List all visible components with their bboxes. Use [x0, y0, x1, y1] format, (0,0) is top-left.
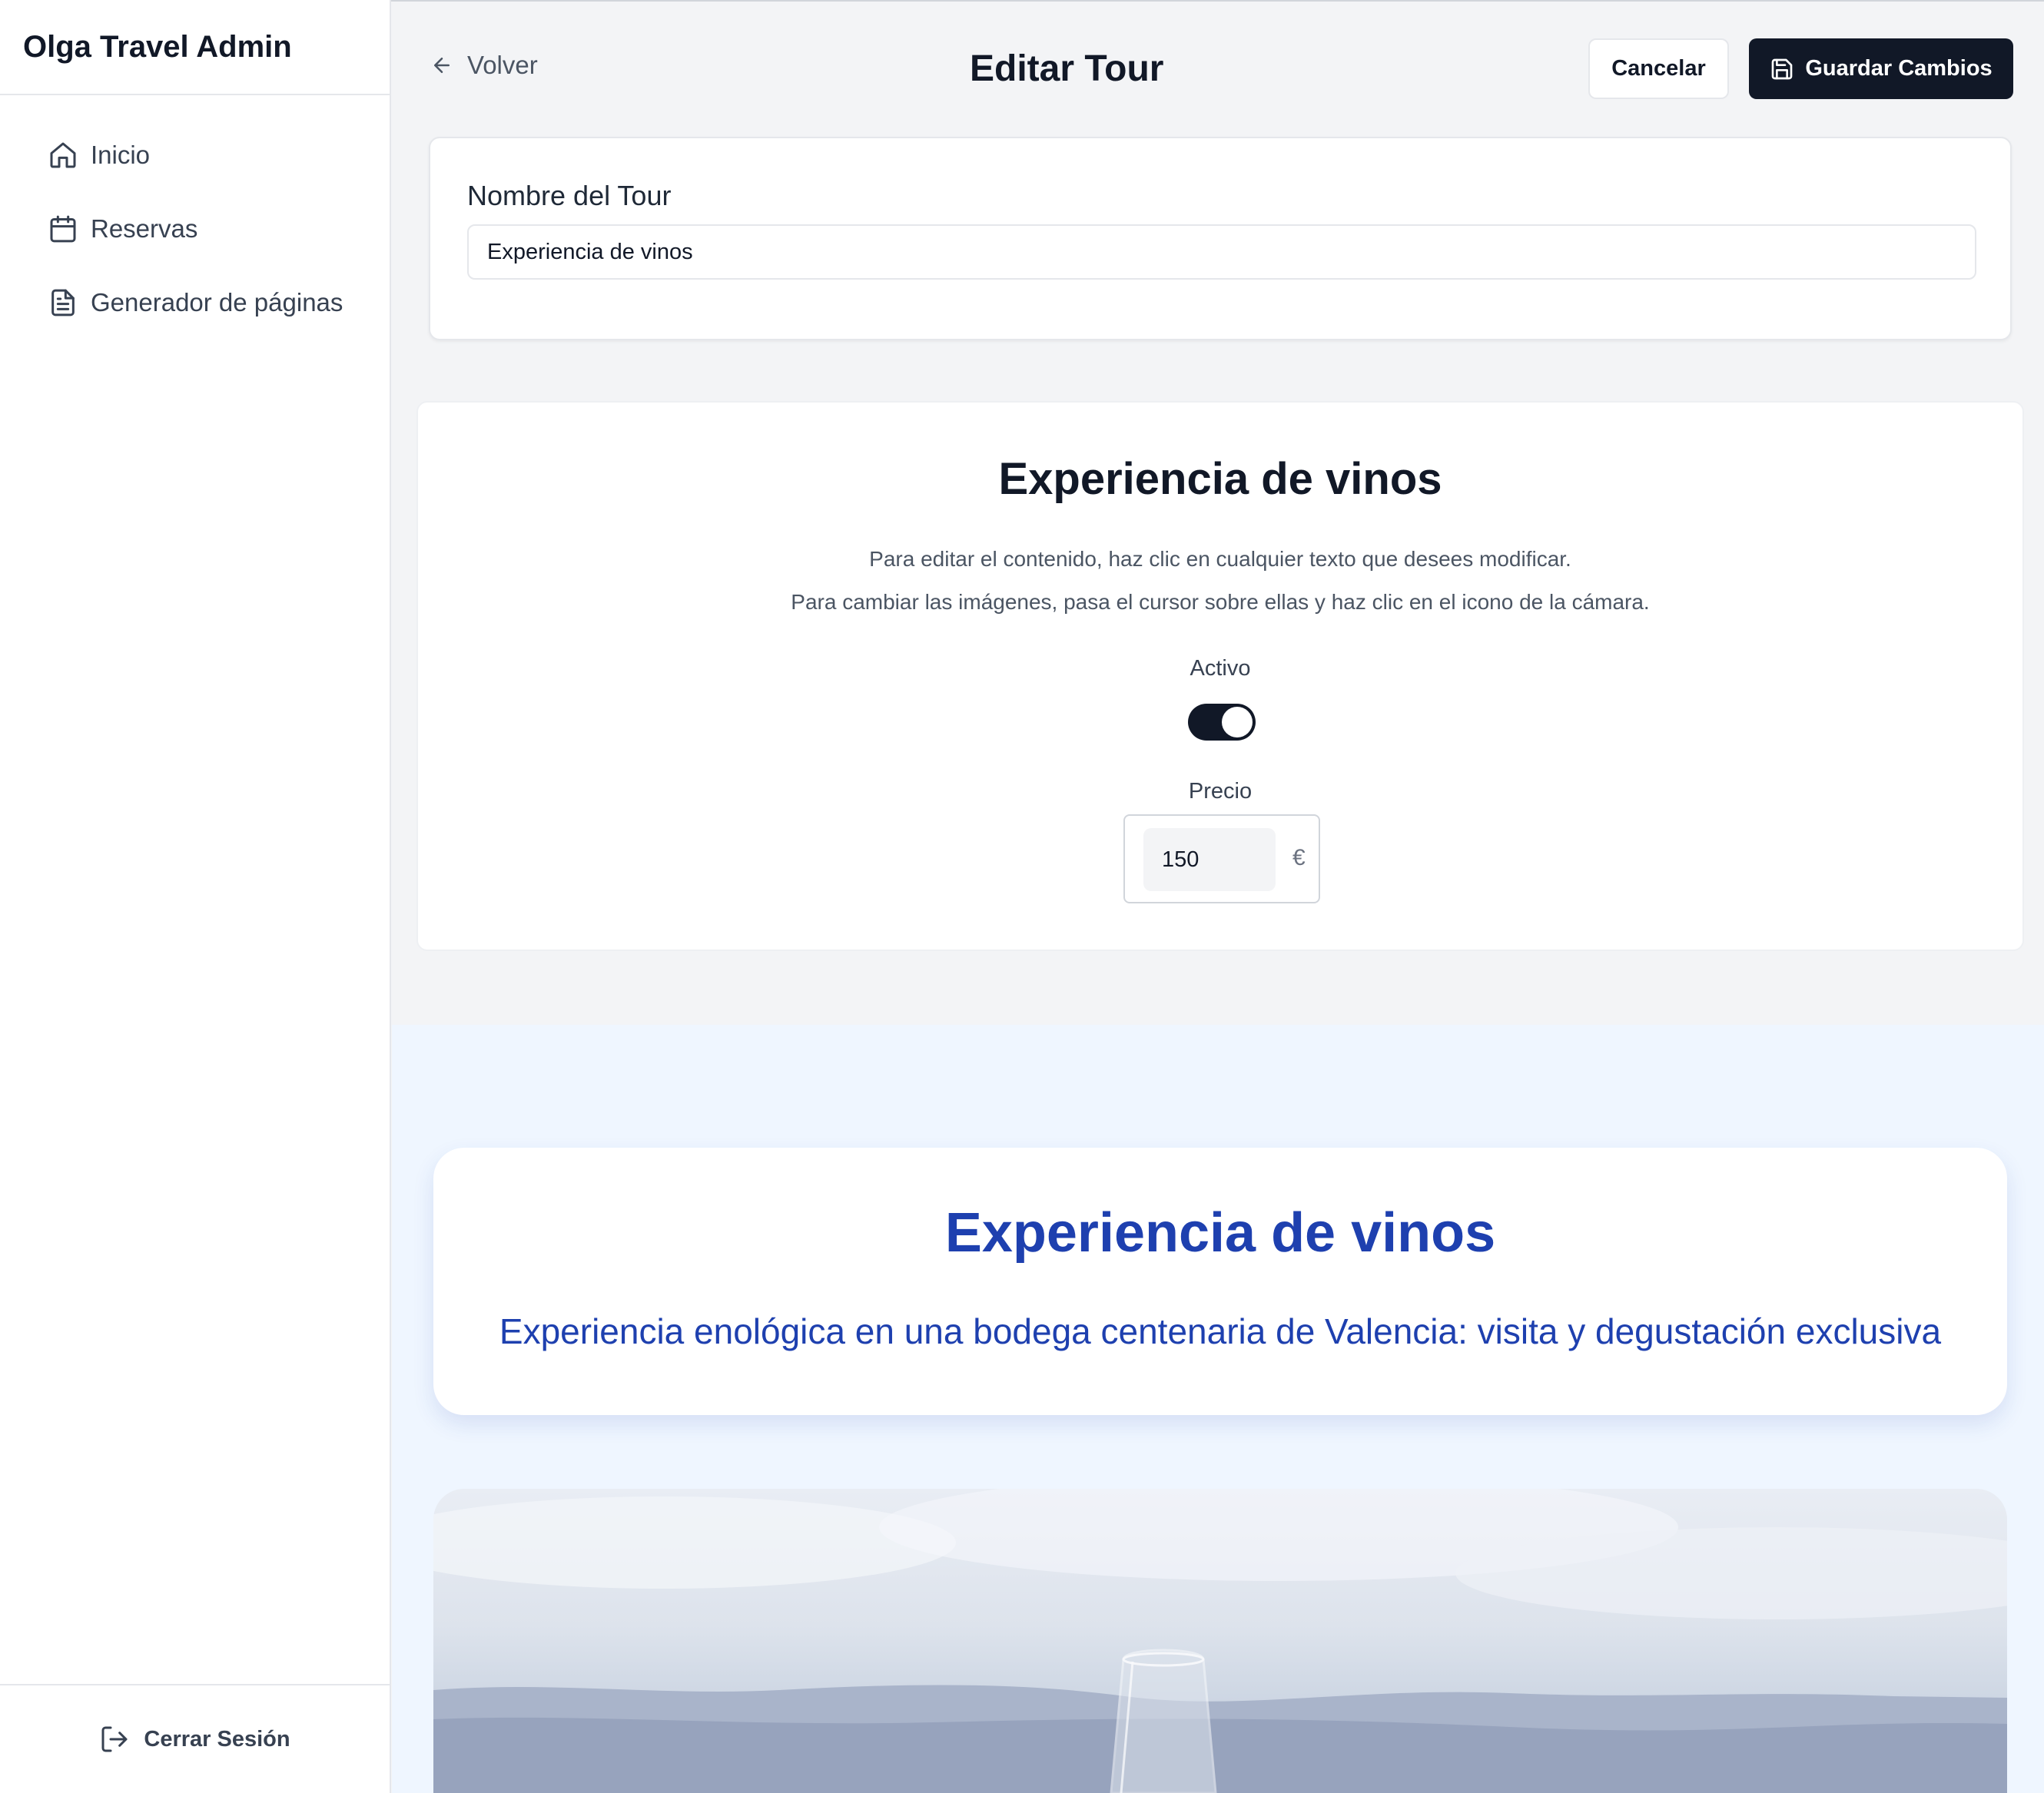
- sidebar-item-label: Inicio: [91, 141, 151, 169]
- tour-name-card: Nombre del Tour: [429, 137, 2012, 340]
- tour-name-input[interactable]: [467, 224, 1976, 280]
- toggle-knob: [1222, 707, 1253, 737]
- arrow-left-icon: [430, 54, 453, 77]
- currency-symbol: €: [1292, 845, 1306, 870]
- hero-card: Experiencia de vinos Experiencia enológi…: [433, 1148, 2007, 1415]
- page-title: Editar Tour: [970, 48, 1164, 89]
- save-button[interactable]: Guardar Cambios: [1749, 38, 2013, 99]
- price-label: Precio: [1188, 779, 1253, 804]
- file-text-icon: [48, 287, 78, 318]
- logout-label: Cerrar Sesión: [144, 1726, 290, 1752]
- tour-name-label: Nombre del Tour: [467, 180, 672, 211]
- logout-button[interactable]: Cerrar Sesión: [0, 1684, 390, 1793]
- sidebar-item-generador[interactable]: Generador de páginas: [0, 266, 390, 340]
- back-label: Volver: [467, 51, 538, 79]
- price-input[interactable]: [1143, 828, 1276, 891]
- home-icon: [48, 140, 78, 171]
- back-button[interactable]: Volver: [430, 51, 538, 80]
- edit-text-hint: Para editar el contenido, haz clic en cu…: [869, 547, 1571, 571]
- hero-subtitle[interactable]: Experiencia enológica en una bodega cent…: [433, 1311, 2007, 1352]
- page-header: Volver Editar Tour Cancelar Guardar Camb…: [392, 0, 2044, 137]
- wine-glass-landscape-image: [433, 1489, 2007, 1793]
- sidebar-item-inicio[interactable]: Inicio: [0, 118, 390, 192]
- app-title: Olga Travel Admin: [0, 0, 390, 95]
- save-label: Guardar Cambios: [1805, 56, 1993, 81]
- sidebar-nav: Inicio Reservas Generador de páginas: [0, 95, 390, 340]
- sidebar-item-label: Reservas: [91, 214, 198, 243]
- sidebar-item-reservas[interactable]: Reservas: [0, 192, 390, 266]
- cancel-button[interactable]: Cancelar: [1588, 38, 1729, 99]
- sidebar-item-label: Generador de páginas: [91, 288, 343, 317]
- hero-image[interactable]: [433, 1489, 2007, 1793]
- tour-settings-card: Experiencia de vinos Para editar el cont…: [416, 401, 2024, 951]
- calendar-icon: [48, 214, 78, 244]
- save-icon: [1770, 57, 1794, 81]
- settings-title[interactable]: Experiencia de vinos: [418, 453, 2022, 505]
- active-toggle[interactable]: [1188, 704, 1256, 741]
- log-out-icon: [99, 1724, 130, 1755]
- active-label: Activo: [1190, 656, 1251, 681]
- price-field: €: [1123, 814, 1320, 903]
- hero-title[interactable]: Experiencia de vinos: [433, 1201, 2007, 1264]
- sidebar: Olga Travel Admin Inicio Reservas Genera…: [0, 0, 391, 1793]
- edit-images-hint: Para cambiar las imágenes, pasa el curso…: [791, 590, 1650, 614]
- page-preview: Experiencia de vinos Experiencia enológi…: [392, 1025, 2044, 1793]
